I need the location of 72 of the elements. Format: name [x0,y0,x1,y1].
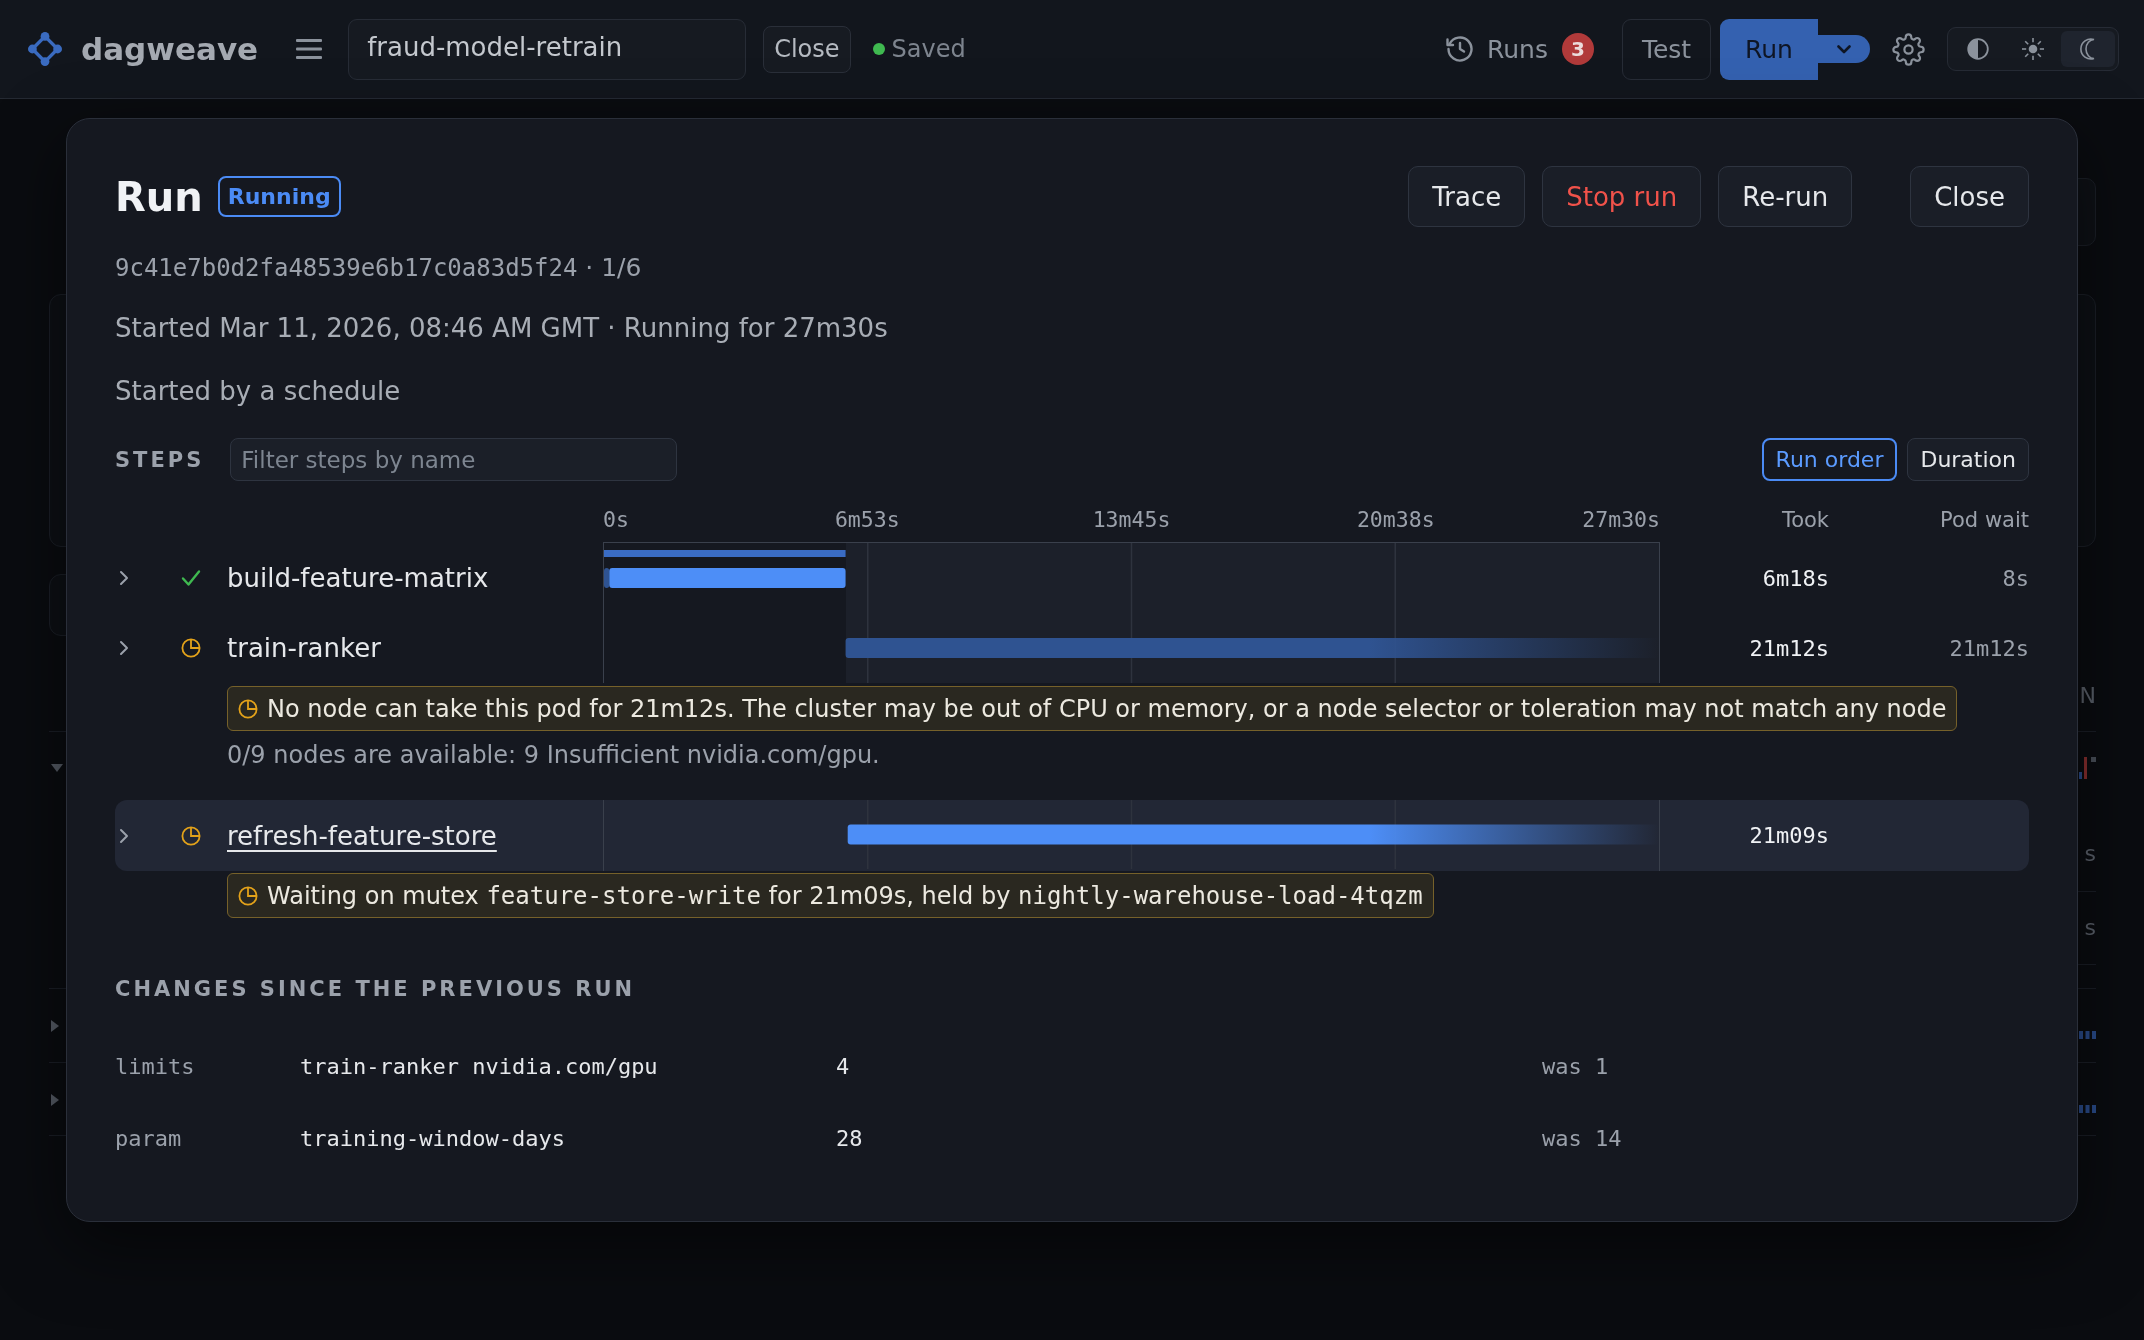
close-button[interactable]: Close [1910,166,2029,227]
axis-label: 0s [603,507,629,533]
run-trigger-text: Started by a schedule [115,375,401,407]
chevron-icon[interactable] [119,827,129,844]
duration-cell: 6m18s [1762,565,1829,591]
step-name[interactable]: build-feature-matrix [227,563,489,593]
axis-label: 20m38s [1356,507,1435,533]
sun-icon [2021,37,2045,61]
table-header-text: N [2079,683,2096,709]
contrast-icon [1967,38,1989,60]
change-value-text: 28 [836,1125,863,1151]
change-key-text: train-ranker nvidia.com/gpu [300,1053,658,1079]
action-button[interactable]: Trace [1408,166,1526,227]
previous-value-text: was 14 [1542,1125,1622,1151]
step-name[interactable]: refresh-feature-store [227,820,497,851]
pipeline-name-field[interactable]: fraud-model-retrain [348,18,747,80]
chevron-icon[interactable] [119,640,129,656]
test-button[interactable]: Test [1622,18,1711,80]
history-icon [1445,35,1474,63]
sparkline [2079,757,2096,779]
menu-icon[interactable] [296,38,323,60]
clock-icon [238,698,258,719]
section-label: CHANGES SINCE THE PREVIOUS RUN [115,977,636,1001]
axis-label: 27m30s [1582,507,1660,533]
run-options-button[interactable] [1818,35,1870,63]
change-key-text: training-window-days [300,1125,565,1151]
chevron-icon[interactable] [119,570,129,586]
notice-text: No node can take this pod for 21m12s. The cluster may be out of CPU or memory, or a node selector or toleration may not match any node [267,693,1947,724]
sort-tab[interactable]: Run order [1761,438,1898,481]
caret-icon [1837,44,1851,54]
column-header: Pod wait [1940,508,2029,532]
runs-button[interactable]: Runs 3 [1445,33,1594,65]
change-type-text: param [115,1125,182,1151]
clock-icon [181,638,201,658]
moon-icon [2079,38,2097,60]
notice-detail-text: 0/9 nodes are available: 9 Insufficient nvidia.com/gpu. [227,740,880,770]
pod-wait-cell: 8s [2002,565,2029,591]
theme-option[interactable] [2061,31,2115,67]
step-row[interactable]: refresh-feature-store 21m09s [115,800,2029,871]
clock-icon [238,885,258,906]
stop-button[interactable]: Stop run [1542,166,1702,227]
run-id-text: 9c41e7b0d2fa48539e6b17c0a83d5f24 · 1/6 [115,252,642,284]
close-button[interactable]: Close [763,25,851,73]
logo-icon [28,32,62,66]
pod-wait-cell: 21m12s [1949,635,2029,661]
dialog-title: Run [115,176,203,217]
filter-field[interactable]: Filter steps by name [230,438,678,481]
run-timing-text: Started Mar 11, 2026, 08:46 AM GMT · Running for 27m30s [115,312,888,344]
count-badge: 3 [1562,33,1594,65]
change-type-text: limits [115,1053,195,1079]
sort-tab[interactable]: Duration [1907,438,2029,481]
table-cell: s [2084,915,2096,941]
axis-label: 6m53s [834,507,900,533]
duration-cell: 21m09s [1749,823,1829,848]
axis-label: 13m45s [1092,507,1171,533]
clock-icon [181,825,201,846]
step-name[interactable]: train-ranker [227,633,381,663]
column-header: Took [1781,508,1829,532]
notice-text: Waiting on mutex feature-store-write for 21m09s, held by nightly-warehouse-load-4tqzm [267,880,1423,911]
change-value-text: 4 [836,1053,850,1079]
settings-icon[interactable] [1892,32,1925,66]
sparkline [2079,1105,2096,1113]
action-button[interactable]: Re-run [1718,166,1853,227]
previous-value-text: was 1 [1542,1053,1609,1079]
check-icon [181,569,201,587]
table-cell: s [2084,841,2096,867]
sparkline [2079,1031,2096,1039]
duration-cell: 21m12s [1749,635,1829,661]
save-status-text: Saved [891,35,966,63]
section-label: STEPS [115,447,205,472]
status-badge: Running [217,176,341,217]
app-name: dagweave [81,31,259,67]
